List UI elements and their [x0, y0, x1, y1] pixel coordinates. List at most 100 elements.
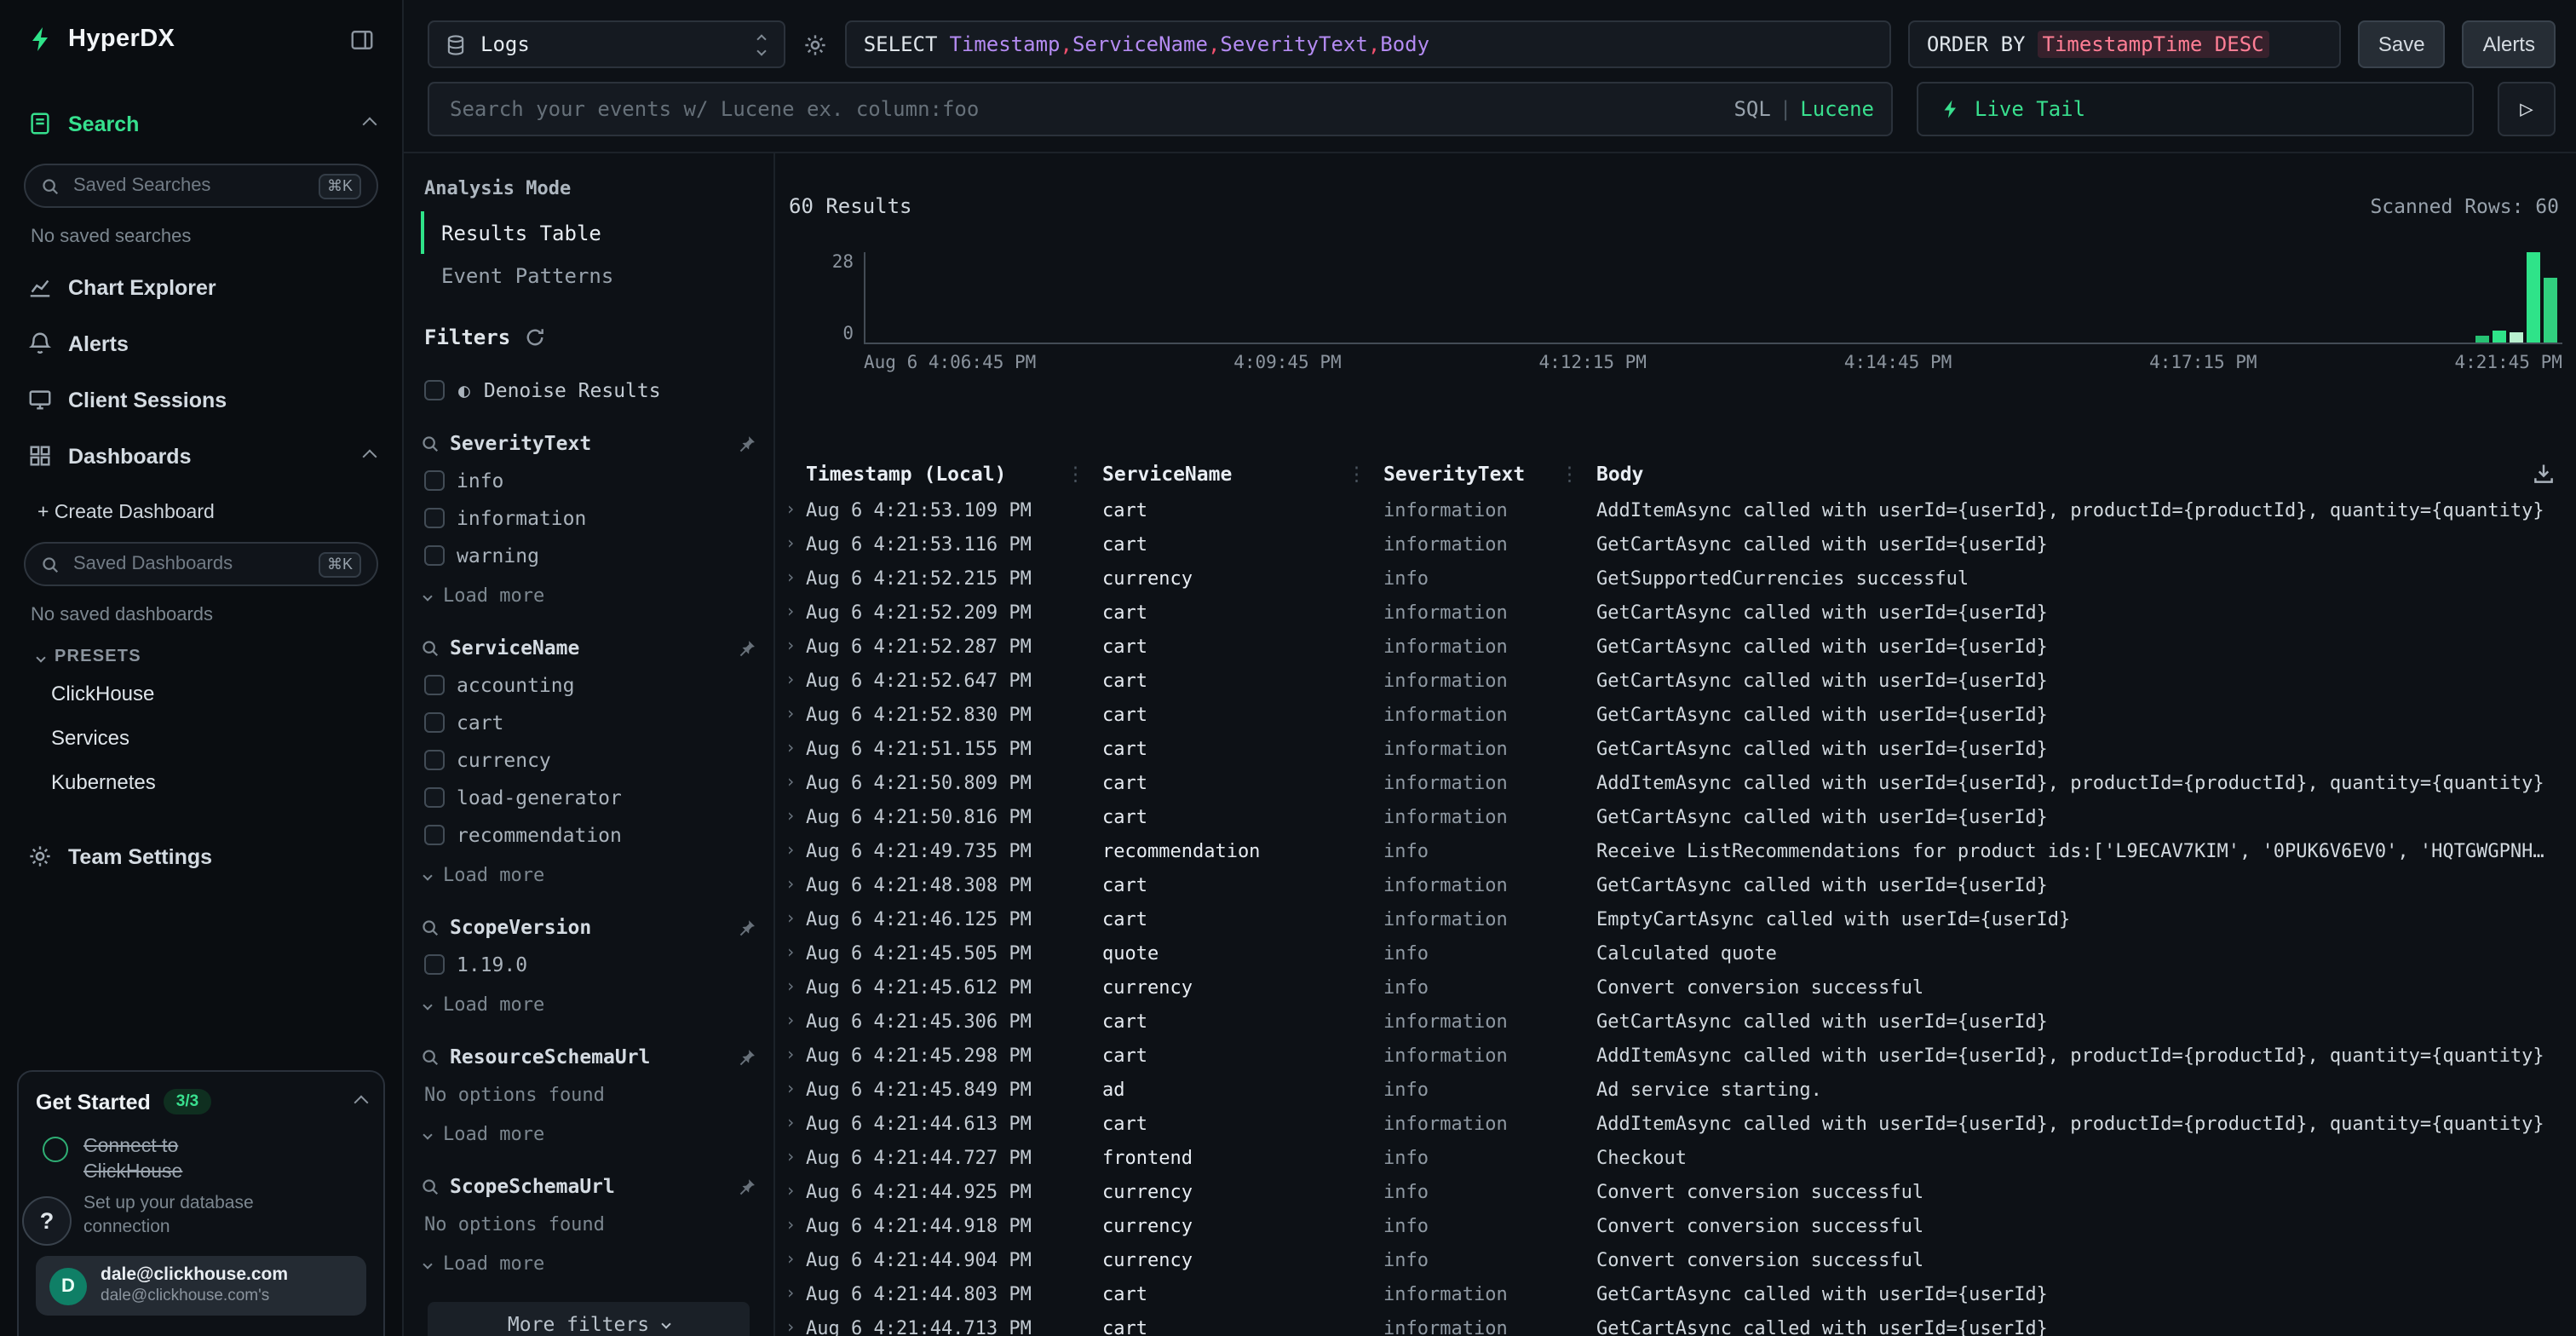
filter-group-header[interactable]: SeverityText	[421, 431, 756, 455]
saved-dashboards-input[interactable]: ⌘K	[24, 542, 378, 586]
event-search-box[interactable]: SQL | Lucene	[428, 82, 1893, 136]
source-settings-gear-icon[interactable]	[802, 32, 828, 57]
table-row[interactable]: ›Aug 6 4:21:53.116 PMcartinformationGetC…	[785, 527, 2562, 561]
collapse-sidebar-icon[interactable]	[349, 26, 375, 52]
sidebar-item-chart-explorer[interactable]: Chart Explorer	[0, 259, 402, 315]
saved-dashboards-field[interactable]	[70, 552, 308, 576]
pin-icon[interactable]	[738, 638, 756, 657]
preset-item-clickhouse[interactable]: ClickHouse	[0, 671, 402, 716]
table-row[interactable]: ›Aug 6 4:21:45.849 PMadinfoAd service st…	[785, 1072, 2562, 1106]
row-expand-chevron[interactable]: ›	[785, 534, 806, 553]
select-columns-input[interactable]: SELECTTimestampServiceNameSeverityTextBo…	[845, 20, 1891, 68]
filter-checkbox[interactable]	[424, 787, 445, 808]
filter-group-header[interactable]: ServiceName	[421, 636, 756, 659]
table-row[interactable]: ›Aug 6 4:21:44.613 PMcartinformationAddI…	[785, 1106, 2562, 1140]
table-row[interactable]: ›Aug 6 4:21:53.109 PMcartinformationAddI…	[785, 492, 2562, 527]
row-expand-chevron[interactable]: ›	[785, 568, 806, 587]
table-row[interactable]: ›Aug 6 4:21:44.727 PMfrontendinfoCheckou…	[785, 1140, 2562, 1174]
preset-item-kubernetes[interactable]: Kubernetes	[0, 760, 402, 804]
preset-item-services[interactable]: Services	[0, 716, 402, 760]
pin-icon[interactable]	[738, 1177, 756, 1195]
row-expand-chevron[interactable]: ›	[785, 1216, 806, 1235]
filter-checkbox[interactable]	[424, 750, 445, 770]
table-row[interactable]: ›Aug 6 4:21:50.816 PMcartinformationGetC…	[785, 799, 2562, 833]
pin-icon[interactable]	[738, 918, 756, 936]
get-started-task-connect[interactable]: Connect to ClickHouse Set up your databa…	[36, 1135, 366, 1239]
load-more-button[interactable]: Load more	[421, 1252, 756, 1275]
filter-checkbox[interactable]	[424, 470, 445, 491]
table-row[interactable]: ›Aug 6 4:21:50.809 PMcartinformationAddI…	[785, 765, 2562, 799]
filter-checkbox[interactable]	[424, 825, 445, 845]
row-expand-chevron[interactable]: ›	[785, 1250, 806, 1269]
table-row[interactable]: ›Aug 6 4:21:48.308 PMcartinformationGetC…	[785, 867, 2562, 901]
row-expand-chevron[interactable]: ›	[785, 875, 806, 894]
table-row[interactable]: ›Aug 6 4:21:44.803 PMcartinformationGetC…	[785, 1276, 2562, 1310]
row-expand-chevron[interactable]: ›	[785, 602, 806, 621]
load-more-button[interactable]: Load more	[421, 1123, 756, 1145]
run-query-button[interactable]: ▷	[2498, 82, 2556, 136]
row-expand-chevron[interactable]: ›	[785, 1182, 806, 1201]
row-expand-chevron[interactable]: ›	[785, 807, 806, 826]
filter-option[interactable]: currency	[421, 748, 756, 772]
table-row[interactable]: ›Aug 6 4:21:46.125 PMcartinformationEmpt…	[785, 901, 2562, 936]
filter-option[interactable]: recommendation	[421, 823, 756, 847]
table-row[interactable]: ›Aug 6 4:21:49.735 PMrecommendationinfoR…	[785, 833, 2562, 867]
mode-event-patterns[interactable]: Event Patterns	[421, 254, 756, 297]
sidebar-item-alerts[interactable]: Alerts	[0, 315, 402, 371]
row-expand-chevron[interactable]: ›	[785, 636, 806, 655]
row-expand-chevron[interactable]: ›	[785, 1114, 806, 1132]
filter-option[interactable]: cart	[421, 711, 756, 734]
event-search-input[interactable]	[446, 95, 1720, 123]
sidebar-item-team-settings[interactable]: Team Settings	[0, 828, 402, 884]
pin-icon[interactable]	[738, 1047, 756, 1066]
row-expand-chevron[interactable]: ›	[785, 841, 806, 860]
app-title[interactable]: HyperDX	[68, 26, 336, 53]
sidebar-item-search[interactable]: Search	[0, 95, 402, 152]
filter-option[interactable]: information	[421, 506, 756, 530]
saved-searches-field[interactable]	[70, 174, 308, 198]
denoise-checkbox[interactable]	[424, 380, 445, 400]
denoise-results-option[interactable]: ◐ Denoise Results	[424, 378, 756, 402]
filter-group-header[interactable]: ScopeVersion	[421, 915, 756, 939]
row-expand-chevron[interactable]: ›	[785, 1011, 806, 1030]
row-expand-chevron[interactable]: ›	[785, 1318, 806, 1336]
table-row[interactable]: ›Aug 6 4:21:44.925 PMcurrencyinfoConvert…	[785, 1174, 2562, 1208]
saved-searches-input[interactable]: ⌘K	[24, 164, 378, 208]
hyperdx-logo-icon[interactable]	[27, 26, 55, 53]
filter-checkbox[interactable]	[424, 712, 445, 733]
language-toggle-sql[interactable]: SQL	[1734, 97, 1770, 121]
row-expand-chevron[interactable]: ›	[785, 943, 806, 962]
row-expand-chevron[interactable]: ›	[785, 909, 806, 928]
filter-checkbox[interactable]	[424, 675, 445, 695]
table-row[interactable]: ›Aug 6 4:21:52.215 PMcurrencyinfoGetSupp…	[785, 561, 2562, 595]
row-expand-chevron[interactable]: ›	[785, 705, 806, 723]
refresh-filters-icon[interactable]	[524, 327, 544, 348]
language-toggle-lucene[interactable]: Lucene	[1800, 97, 1874, 121]
table-row[interactable]: ›Aug 6 4:21:44.713 PMcartinformationGetC…	[785, 1310, 2562, 1336]
table-row[interactable]: ›Aug 6 4:21:45.306 PMcartinformationGetC…	[785, 1004, 2562, 1038]
sidebar-item-dashboards[interactable]: Dashboards	[0, 428, 402, 484]
sidebar-item-client-sessions[interactable]: Client Sessions	[0, 371, 402, 428]
alerts-button[interactable]: Alerts	[2463, 20, 2556, 68]
chevron-up-icon[interactable]	[354, 1095, 369, 1109]
mode-results-table[interactable]: Results Table	[421, 211, 756, 254]
user-account-chip[interactable]: D dale@clickhouse.com dale@clickhouse.co…	[36, 1256, 366, 1316]
save-button[interactable]: Save	[2358, 20, 2446, 68]
row-expand-chevron[interactable]: ›	[785, 977, 806, 996]
filter-checkbox[interactable]	[424, 954, 445, 975]
order-by-input[interactable]: ORDER BY TimestampTime DESC	[1908, 20, 2341, 68]
filter-checkbox[interactable]	[424, 508, 445, 528]
table-row[interactable]: ›Aug 6 4:21:45.298 PMcartinformationAddI…	[785, 1038, 2562, 1072]
column-resize-handle[interactable]: ⋮	[1560, 462, 1596, 486]
live-tail-button[interactable]: Live Tail	[1917, 82, 2474, 136]
column-resize-handle[interactable]: ⋮	[1066, 462, 1102, 486]
table-row[interactable]: ›Aug 6 4:21:52.830 PMcartinformationGetC…	[785, 697, 2562, 731]
column-resize-handle[interactable]: ⋮	[1347, 462, 1383, 486]
row-expand-chevron[interactable]: ›	[785, 773, 806, 792]
table-row[interactable]: ›Aug 6 4:21:52.209 PMcartinformationGetC…	[785, 595, 2562, 629]
row-expand-chevron[interactable]: ›	[785, 671, 806, 689]
load-more-button[interactable]: Load more	[421, 584, 756, 607]
filter-group-header[interactable]: ResourceSchemaUrl	[421, 1045, 756, 1068]
filter-option[interactable]: warning	[421, 544, 756, 567]
table-row[interactable]: ›Aug 6 4:21:44.904 PMcurrencyinfoConvert…	[785, 1242, 2562, 1276]
